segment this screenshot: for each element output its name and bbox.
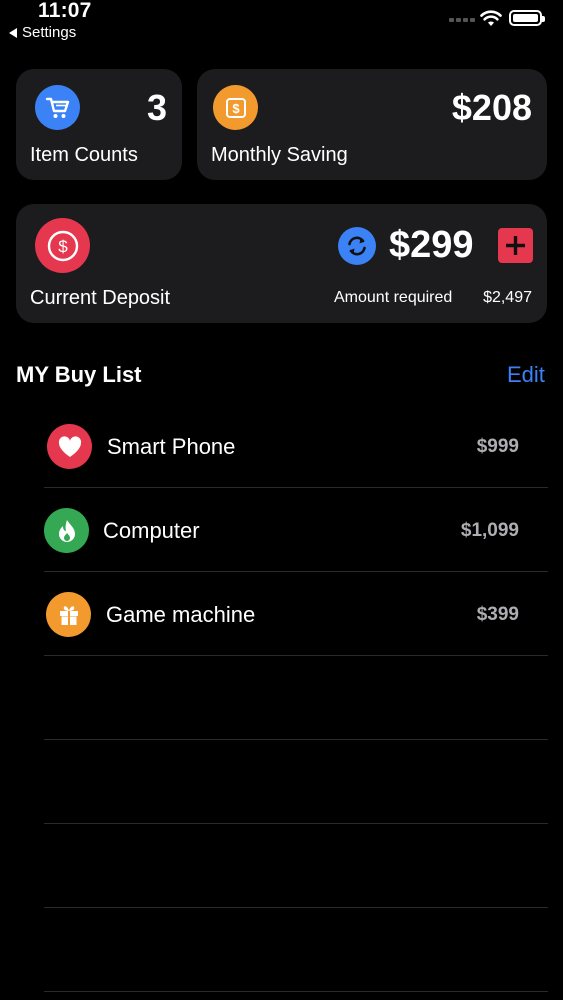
item-price: $999 — [476, 436, 519, 457]
wifi-icon — [480, 10, 502, 26]
add-deposit-button[interactable] — [498, 228, 533, 263]
monthly-saving-label: Monthly Saving — [211, 144, 348, 166]
empty-list-row — [44, 656, 548, 740]
buy-list-title: MY Buy List — [16, 362, 142, 387]
monthly-saving-value: $208 — [451, 87, 532, 128]
back-label: Settings — [22, 24, 77, 41]
back-to-settings-button[interactable]: Settings — [9, 24, 76, 41]
amount-required-label: Amount required — [334, 289, 453, 306]
current-deposit-label: Current Deposit — [30, 287, 171, 309]
status-bar: 11:07 Settings — [0, 0, 563, 44]
edit-button[interactable]: Edit — [507, 362, 545, 388]
empty-list-row — [44, 740, 548, 824]
battery-icon — [509, 10, 545, 26]
status-time: 11:07 — [38, 0, 92, 22]
item-price: $1,099 — [460, 520, 519, 541]
empty-list-row — [44, 824, 548, 908]
item-name: Smart Phone — [107, 434, 236, 459]
current-deposit-card[interactable]: $ $299 Current Deposit Amount required $… — [16, 204, 547, 323]
plus-icon — [506, 236, 525, 255]
cellular-signal-icon — [449, 18, 475, 22]
item-counts-value: 3 — [146, 87, 167, 128]
flame-icon — [44, 508, 89, 553]
dollar-square-icon: $ — [213, 85, 258, 130]
list-item[interactable]: Computer $1,099 — [44, 488, 548, 572]
list-item[interactable]: Game machine $399 — [44, 572, 548, 656]
cart-icon — [35, 85, 80, 130]
refresh-button[interactable] — [338, 227, 376, 265]
amount-required-value: $2,497 — [483, 289, 532, 306]
heart-icon — [47, 424, 92, 469]
item-name: Computer — [103, 518, 200, 543]
svg-text:$: $ — [232, 101, 240, 116]
item-counts-label: Item Counts — [30, 144, 138, 166]
item-price: $399 — [476, 604, 519, 625]
refresh-icon — [348, 236, 366, 256]
monthly-saving-card[interactable]: $ $208 Monthly Saving — [197, 69, 547, 180]
dollar-coin-icon: $ — [35, 218, 90, 273]
current-deposit-value: $299 — [389, 224, 474, 266]
svg-text:$: $ — [58, 237, 68, 256]
gift-icon — [46, 592, 91, 637]
back-arrow-icon — [9, 27, 17, 38]
empty-list-row — [44, 908, 548, 992]
list-item[interactable]: Smart Phone $999 — [44, 404, 548, 488]
item-counts-card[interactable]: 3 Item Counts — [16, 69, 182, 180]
item-name: Game machine — [106, 602, 256, 627]
